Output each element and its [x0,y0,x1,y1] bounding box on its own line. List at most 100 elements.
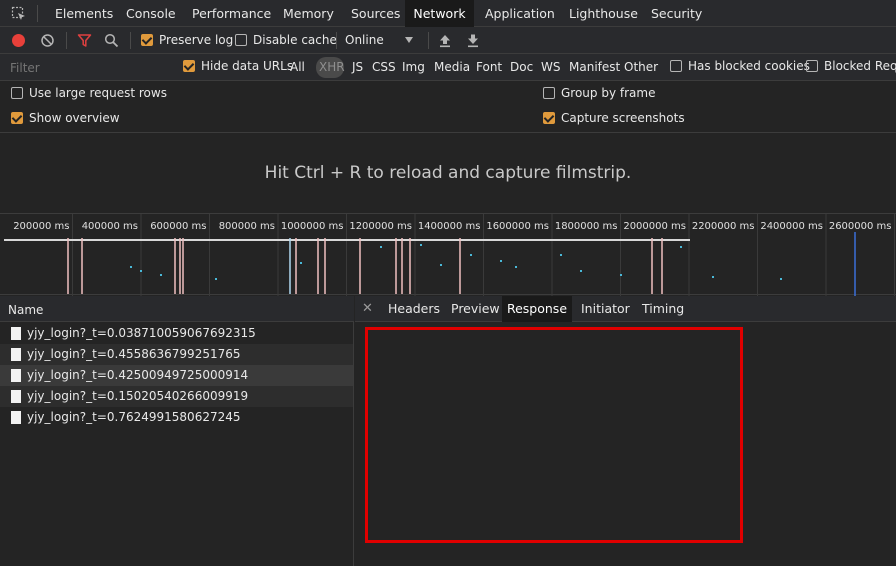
document-icon [11,411,21,424]
divider [66,32,67,49]
tab-headers[interactable]: Headers [388,296,440,322]
tab-sources[interactable]: Sources [351,0,400,27]
filmstrip-area: Hit Ctrl + R to reload and capture films… [0,133,896,213]
filter-bar: Hide data URLs All XHR JS CSS Img Media … [0,54,896,81]
overview-dot [712,276,714,278]
request-list: Name yjy_login?_t=0.038710059067692315 y… [0,296,354,566]
tab-timing[interactable]: Timing [642,296,684,322]
tab-preview[interactable]: Preview [451,296,500,322]
type-filter-ws[interactable]: WS [541,60,560,74]
blocked-requests-label: Blocked Requ [824,59,896,73]
type-filter-js[interactable]: JS [352,60,363,74]
inspect-element-icon[interactable] [11,6,27,22]
divider [130,32,131,49]
tab-security[interactable]: Security [651,0,702,27]
request-row[interactable]: yjy_login?_t=0.7624991580627245 [0,407,353,428]
overview-tick-label: 1400000 ms [418,221,481,232]
type-filter-manifest[interactable]: Manifest [569,60,620,74]
type-filter-font[interactable]: Font [476,60,502,74]
overview-dot [515,266,517,268]
hide-data-urls-checkbox[interactable] [183,60,195,72]
document-icon [11,390,21,403]
overview-dot [500,260,502,262]
overview-tick-label: 400000 ms [82,221,138,232]
response-highlight-box [365,327,743,543]
tab-application[interactable]: Application [485,0,555,27]
overview-dot [160,274,162,276]
group-by-frame-label: Group by frame [561,86,656,100]
request-list-header: Name [0,296,354,322]
large-rows-label: Use large request rows [29,86,167,100]
request-name: yjy_login?_t=0.15020540266009919 [27,389,249,403]
overview-dot [560,254,562,256]
export-har-icon[interactable] [466,33,480,48]
tab-lighthouse[interactable]: Lighthouse [569,0,638,27]
overview-tick-label: 2000000 ms [623,221,686,232]
large-rows-checkbox[interactable] [11,87,23,99]
request-name: yjy_login?_t=0.4558636799251765 [27,347,241,361]
type-filter-doc[interactable]: Doc [510,60,533,74]
has-blocked-cookies-checkbox[interactable] [670,60,682,72]
overview-tick-label: 200000 ms [13,221,69,232]
tab-network[interactable]: Network [405,0,474,27]
group-by-frame-checkbox[interactable] [543,87,555,99]
overview-dot [380,246,382,248]
type-filter-all[interactable]: All [290,60,305,74]
overview-tick-label: 2400000 ms [760,221,823,232]
overview-tick-label: 800000 ms [219,221,275,232]
preserve-log-checkbox[interactable] [141,34,153,46]
divider [428,32,429,49]
clear-icon[interactable] [40,33,55,48]
request-row[interactable]: yjy_login?_t=0.15020540266009919 [0,386,353,407]
chevron-down-icon[interactable] [405,37,413,43]
disable-cache-checkbox[interactable] [235,34,247,46]
filter-input[interactable] [4,58,172,77]
blocked-requests-checkbox[interactable] [806,60,818,72]
overview-dot [470,254,472,256]
network-overview[interactable]: 200000 ms 400000 ms 600000 ms 800000 ms 1000… [0,213,896,296]
disable-cache-label: Disable cache [253,33,337,47]
type-filter-other[interactable]: Other [624,60,658,74]
tab-memory[interactable]: Memory [283,0,334,27]
column-name-header[interactable]: Name [8,303,43,317]
show-overview-label: Show overview [29,111,120,125]
hide-data-urls-label: Hide data URLs [201,59,294,73]
filter-icon[interactable] [77,33,92,48]
overview-dot [215,278,217,280]
capture-screenshots-checkbox[interactable] [543,112,555,124]
overview-dot [300,262,302,264]
overview-tick-label: 2200000 ms [692,221,755,232]
detail-tab-bar: ✕ Headers Preview Response Initiator Tim… [355,296,896,322]
request-row[interactable]: yjy_login?_t=0.038710059067692315 [0,323,353,344]
overview-dot [130,266,132,268]
overview-dot [420,244,422,246]
type-filter-media[interactable]: Media [434,60,470,74]
type-filter-img[interactable]: Img [402,60,425,74]
tab-elements[interactable]: Elements [55,0,113,27]
throttling-select[interactable]: Online [345,33,384,47]
overview-dot [620,274,622,276]
overview-graph: 200000 ms 400000 ms 600000 ms 800000 ms 1000… [4,214,895,296]
request-row[interactable]: yjy_login?_t=0.4558636799251765 [0,344,353,365]
type-filter-css[interactable]: CSS [372,60,396,74]
has-blocked-cookies-label: Has blocked cookies [688,59,810,73]
preserve-log-label: Preserve log [159,33,234,47]
overview-tick-label: 1200000 ms [349,221,412,232]
request-name: yjy_login?_t=0.42500949725000914 [27,368,249,382]
show-overview-checkbox[interactable] [11,112,23,124]
document-icon [11,327,21,340]
filmstrip-message: Hit Ctrl + R to reload and capture films… [264,163,632,183]
tab-console[interactable]: Console [126,0,176,27]
request-row[interactable]: yjy_login?_t=0.42500949725000914 [0,365,353,386]
network-toolbar: Preserve log Disable cache Online [0,27,896,54]
search-icon[interactable] [104,33,119,48]
tab-response[interactable]: Response [502,296,572,322]
import-har-icon[interactable] [438,33,452,48]
type-filter-xhr-label: XHR [319,60,345,74]
request-name: yjy_login?_t=0.038710059067692315 [27,326,256,340]
tab-performance[interactable]: Performance [192,0,271,27]
network-settings-pane: Use large request rows Show overview Gro… [0,81,896,133]
close-icon[interactable]: ✕ [362,301,373,316]
tab-initiator[interactable]: Initiator [581,296,630,322]
record-button[interactable] [12,34,25,47]
